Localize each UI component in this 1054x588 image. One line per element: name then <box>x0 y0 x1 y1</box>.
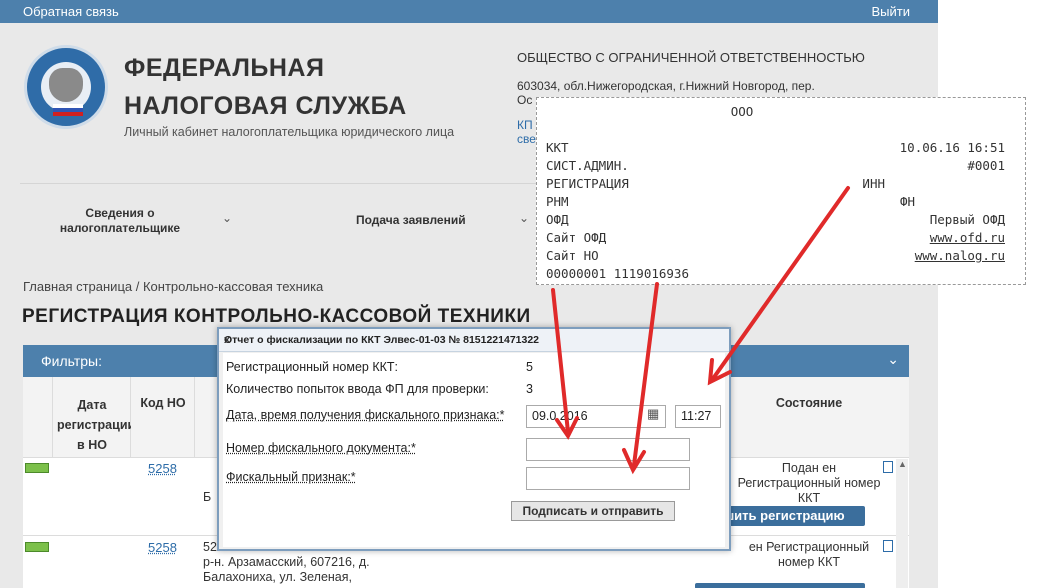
doc-number-input[interactable] <box>526 438 690 461</box>
table-header-code-no[interactable]: Код НО <box>131 377 195 457</box>
document-icon[interactable] <box>883 461 893 473</box>
row-status: Подан ен Регистрационный номер ККТ <box>737 461 881 505</box>
receipt-rnm: РНМ <box>546 194 569 209</box>
nav-applications[interactable]: Подача заявлений <box>356 213 466 227</box>
scroll-up-icon[interactable]: ▲ <box>898 459 907 469</box>
row-code-no[interactable]: 5258 <box>148 540 177 555</box>
org-address-cont: Ос <box>517 93 533 107</box>
fns-emblem-icon[interactable] <box>24 45 108 129</box>
page-title: РЕГИСТРАЦИЯ КОНТРОЛЬНО-КАССОВОЙ ТЕХНИКИ <box>22 306 531 327</box>
date-input[interactable]: 09.0 2016 <box>526 405 666 428</box>
fiscal-sign-input[interactable] <box>526 467 690 490</box>
site-title-line1: ФЕДЕРАЛЬНАЯ <box>124 54 325 82</box>
time-input[interactable]: 11:27 <box>675 405 721 428</box>
receipt-sysadmin-label: СИСТ.АДМИН. <box>546 158 629 173</box>
reg-number-label: Регистрационный номер ККТ: <box>226 360 398 374</box>
row-toggle[interactable] <box>25 463 49 473</box>
receipt-sysadmin-value: #0001 <box>967 158 1005 173</box>
doc-number-label: Номер фискального документа:* <box>226 441 416 455</box>
calendar-icon[interactable]: ▦ <box>647 406 663 422</box>
breadcrumb[interactable]: Главная страница / Контрольно-кассовая т… <box>23 279 323 294</box>
row-status: ен Регистрационный номер ККТ <box>748 540 870 569</box>
row-action-button[interactable] <box>695 583 865 588</box>
receipt-org: ООО <box>730 104 754 119</box>
receipt-datetime: 10.06.16 16:51 <box>899 140 1005 155</box>
chevron-down-icon[interactable]: ⌄ <box>887 351 899 368</box>
org-address: 603034, обл.Нижегородская, г.Нижний Новг… <box>517 79 815 93</box>
top-bar: Обратная связь Выйти <box>0 0 938 23</box>
table-header-toggle <box>23 377 53 457</box>
table-header-reg-date[interactable]: Дата регистрации в НО <box>53 377 135 457</box>
filters-label: Фильтры: <box>41 353 102 369</box>
receipt-numbers: 00000001 1119016936 <box>546 266 689 281</box>
datetime-label: Дата, время получения фискального призна… <box>226 408 505 422</box>
org-side-links: КП све <box>517 118 536 146</box>
row-toggle[interactable] <box>25 542 49 552</box>
logout-link[interactable]: Выйти <box>872 4 911 19</box>
org-name: ОБЩЕСТВО С ОГРАНИЧЕННОЙ ОТВЕТСТВЕННОСТЬЮ <box>517 50 865 65</box>
receipt-no-site: www.nalog.ru <box>914 248 1005 263</box>
site-subtitle: Личный кабинет налогоплательщика юридиче… <box>124 125 455 139</box>
attempts-label: Количество попыток ввода ФП для проверки… <box>226 382 489 396</box>
close-icon[interactable]: x <box>224 334 562 346</box>
receipt-ofd-site-label: Сайт ОФД <box>546 230 607 245</box>
org-link-kp[interactable]: КП <box>517 118 536 132</box>
receipt-no-site-label: Сайт НО <box>546 248 599 263</box>
receipt-ofd-site: www.ofd.ru <box>929 230 1005 245</box>
nav-taxpayer-info[interactable]: Сведения о налогоплательщике <box>54 206 186 236</box>
receipt-inn: ИНН <box>862 176 885 191</box>
chevron-down-icon[interactable]: ⌄ <box>519 211 529 225</box>
table-scrollbar[interactable] <box>896 459 908 588</box>
sign-and-send-button[interactable]: Подписать и отправить <box>511 501 675 521</box>
org-link-info[interactable]: све <box>517 132 536 146</box>
chevron-down-icon[interactable]: ⌄ <box>222 211 232 225</box>
feedback-link[interactable]: Обратная связь <box>23 4 119 19</box>
attempts-value: 3 <box>526 382 533 396</box>
kkt-receipt-image: ООО ККТ 10.06.16 16:51 СИСТ.АДМИН. #0001… <box>536 97 1026 285</box>
receipt-registration: РЕГИСТРАЦИЯ <box>546 176 629 191</box>
receipt-ofd-value: Первый ОФД <box>929 212 1005 227</box>
receipt-ofd-label: ОФД <box>546 212 569 227</box>
row-code-no[interactable]: 5258 <box>148 461 177 476</box>
receipt-fn: ФН <box>899 194 915 209</box>
row-address: Б <box>203 490 212 504</box>
fiscal-sign-label: Фискальный признак:* <box>226 470 356 484</box>
receipt-kkt-label: ККТ <box>546 140 569 155</box>
reg-number-value: 5 <box>526 360 533 374</box>
site-title-line2: НАЛОГОВАЯ СЛУЖБА <box>124 92 407 120</box>
document-icon[interactable] <box>883 540 893 552</box>
table-header-state[interactable]: Состояние <box>729 377 909 457</box>
dialog-titlebar[interactable]: Отчет о фискализации по ККТ Элвес-01-03 … <box>219 329 729 352</box>
